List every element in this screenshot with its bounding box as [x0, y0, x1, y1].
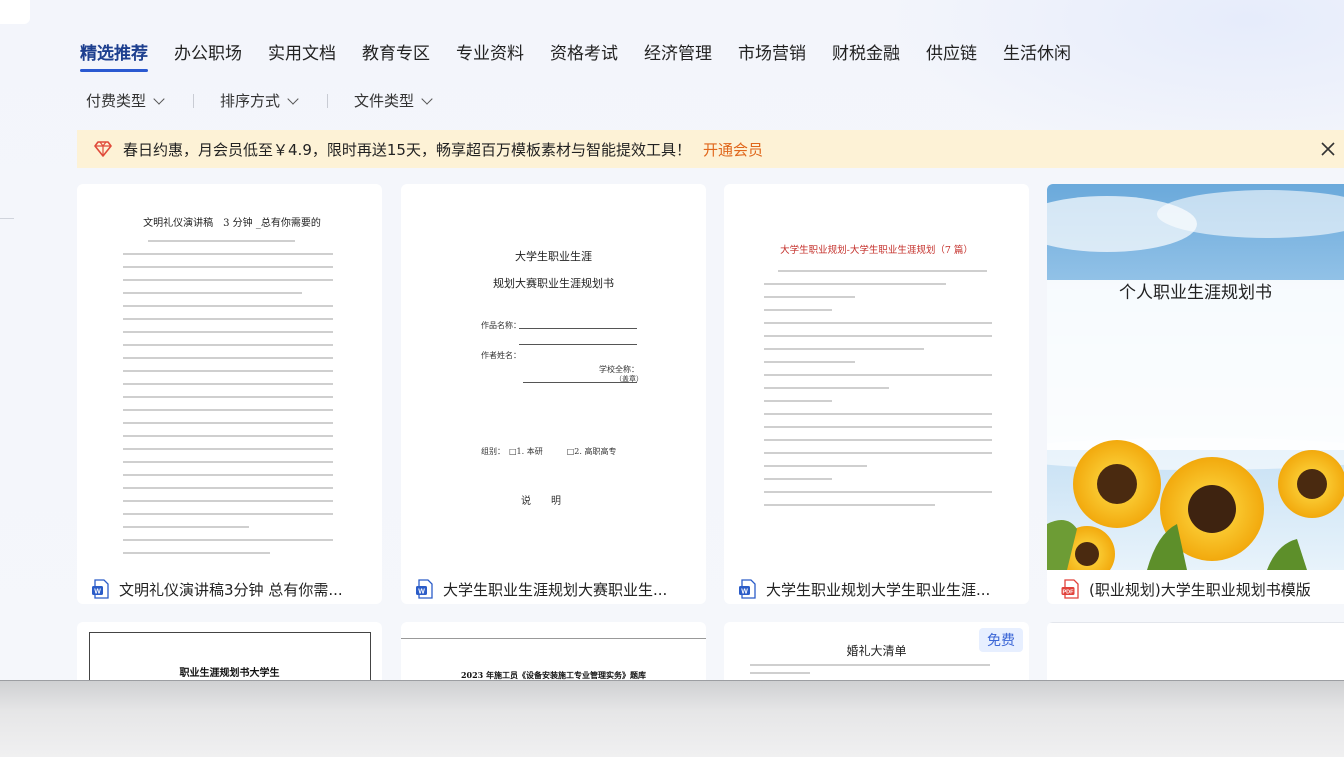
doc-card[interactable]: 文明礼仪演讲稿 3 分钟 _总有你需要的 W 文明礼仪演讲稿3分钟 总有你需..… — [77, 184, 382, 604]
doc-title: (职业规划)大学生职业规划书模版 — [1089, 580, 1311, 599]
page: 精选推荐 办公职场 实用文档 教育专区 专业资料 资格考试 经济管理 市场营销 … — [0, 0, 1344, 680]
thumb-explain: 说 明 — [521, 496, 561, 507]
chevron-down-icon — [287, 92, 299, 105]
svg-text:W: W — [741, 589, 748, 596]
pay-type-filter[interactable]: 付费类型 — [86, 90, 165, 111]
thumb-text-lines — [123, 240, 333, 565]
svg-text:W: W — [94, 589, 101, 596]
doc-title: 大学生职业生涯规划大赛职业生... — [443, 580, 668, 599]
svg-text:W: W — [418, 589, 425, 596]
chevron-down-icon — [421, 92, 433, 105]
sort-filter[interactable]: 排序方式 — [220, 90, 299, 111]
svg-text:PDF: PDF — [1063, 589, 1075, 595]
tab-economics[interactable]: 经济管理 — [644, 40, 712, 70]
tab-marketing[interactable]: 市场营销 — [738, 40, 806, 70]
filter-divider — [193, 93, 195, 108]
doc-caption: W 文明礼仪演讲稿3分钟 总有你需... — [91, 577, 375, 601]
word-file-icon: W — [91, 579, 111, 599]
filter-bar: 付费类型 排序方式 文件类型 — [86, 90, 433, 111]
doc-title: 大学生职业规划大学生职业生涯... — [766, 580, 991, 599]
category-tabs: 精选推荐 办公职场 实用文档 教育专区 专业资料 资格考试 经济管理 市场营销 … — [80, 40, 1097, 72]
doc-card[interactable]: 2023 年施工员《设备安装施工专业管理实务》题库 — [401, 622, 706, 680]
file-type-filter[interactable]: 文件类型 — [354, 90, 433, 111]
doc-caption: PDF (职业规划)大学生职业规划书模版 — [1061, 577, 1344, 601]
doc-title: 文明礼仪演讲稿3分钟 总有你需... — [119, 580, 343, 599]
sunflower-cover-image — [1047, 184, 1344, 582]
thumb-title: 职业生涯规划书大学生 — [179, 668, 280, 679]
pay-type-label: 付费类型 — [86, 92, 147, 110]
tab-lifestyle[interactable]: 生活休闲 — [1003, 40, 1071, 70]
tab-exams[interactable]: 资格考试 — [550, 40, 618, 70]
doc-card[interactable]: 个人职业生涯规划书 PDF (职业规划)大学生职业规划书模版 — [1047, 184, 1344, 604]
thumb-subtitle: 规划大赛职业生涯规划书 — [493, 277, 614, 290]
open-membership-link[interactable]: 开通会员 — [703, 139, 763, 160]
doc-caption: W 大学生职业规划大学生职业生涯... — [738, 577, 1022, 601]
sidebar-divider — [0, 218, 14, 219]
free-badge: 免费 — [979, 628, 1023, 652]
sort-label: 排序方式 — [220, 92, 281, 110]
promo-banner: 春日约惠，月会员低至￥4.9，限时再送15天，畅享超百万模板素材与智能提效工具！… — [77, 130, 1344, 168]
tab-office[interactable]: 办公职场 — [174, 40, 242, 70]
chevron-down-icon — [153, 92, 165, 105]
file-type-label: 文件类型 — [354, 92, 415, 110]
thumb-title: 大学生职业生涯 — [515, 250, 592, 263]
tab-professional[interactable]: 专业资料 — [456, 40, 524, 70]
filter-divider — [327, 93, 329, 108]
word-file-icon: W — [415, 579, 435, 599]
word-file-icon: W — [738, 579, 758, 599]
promo-text: 春日约惠，月会员低至￥4.9，限时再送15天，畅享超百万模板素材与智能提效工具！ — [123, 140, 691, 159]
doc-card[interactable]: 大学生职业生涯 规划大赛职业生涯规划书 作品名称： 作者姓名： 学校全称： （盖… — [401, 184, 706, 604]
doc-thumbnail: 个人职业生涯规划书 — [1047, 184, 1344, 582]
diamond-icon — [93, 139, 113, 159]
tab-supply-chain[interactable]: 供应链 — [926, 40, 977, 70]
tab-education[interactable]: 教育专区 — [362, 40, 430, 70]
doc-card[interactable]: 婚礼大清单 免费 — [724, 622, 1029, 680]
doc-thumbnail: 文明礼仪演讲稿 3 分钟 _总有你需要的 — [77, 184, 382, 570]
thumb-text-lines — [764, 270, 992, 517]
thumb-title: 大学生职业规划-大学生职业生涯规划（7 篇） — [780, 245, 973, 256]
top-left-corner — [0, 0, 30, 24]
doc-card[interactable]: 职业生涯规划书大学生 — [77, 622, 382, 680]
doc-thumbnail: 大学生职业生涯 规划大赛职业生涯规划书 作品名称： 作者姓名： 学校全称： （盖… — [401, 184, 706, 570]
thumb-field: 作品名称： — [481, 321, 521, 330]
doc-thumbnail: 大学生职业规划-大学生职业生涯规划（7 篇） — [724, 184, 1029, 570]
close-icon[interactable] — [1318, 139, 1338, 159]
thumb-title: 文明礼仪演讲稿 3 分钟 _总有你需要的 — [143, 218, 321, 229]
thumb-field: 作者姓名： — [481, 351, 521, 360]
thumb-title: 2023 年施工员《设备安装施工专业管理实务》题库 — [460, 670, 647, 680]
doc-card[interactable] — [1047, 622, 1344, 680]
tab-practical-docs[interactable]: 实用文档 — [268, 40, 336, 70]
pdf-file-icon: PDF — [1061, 579, 1081, 599]
tab-finance[interactable]: 财税金融 — [832, 40, 900, 70]
thumb-group: 组别： □1. 本研 □2. 高职高专 — [481, 447, 617, 456]
doc-caption: W 大学生职业生涯规划大赛职业生... — [415, 577, 699, 601]
screen-bottom-edge — [0, 680, 1344, 757]
thumb-seal: （盖章） — [615, 375, 643, 383]
thumb-title: 个人职业生涯规划书 — [1119, 283, 1272, 303]
tab-featured[interactable]: 精选推荐 — [80, 40, 148, 72]
doc-card[interactable]: 大学生职业规划-大学生职业生涯规划（7 篇） W 大学生职业规划大学生职业生涯.… — [724, 184, 1029, 604]
